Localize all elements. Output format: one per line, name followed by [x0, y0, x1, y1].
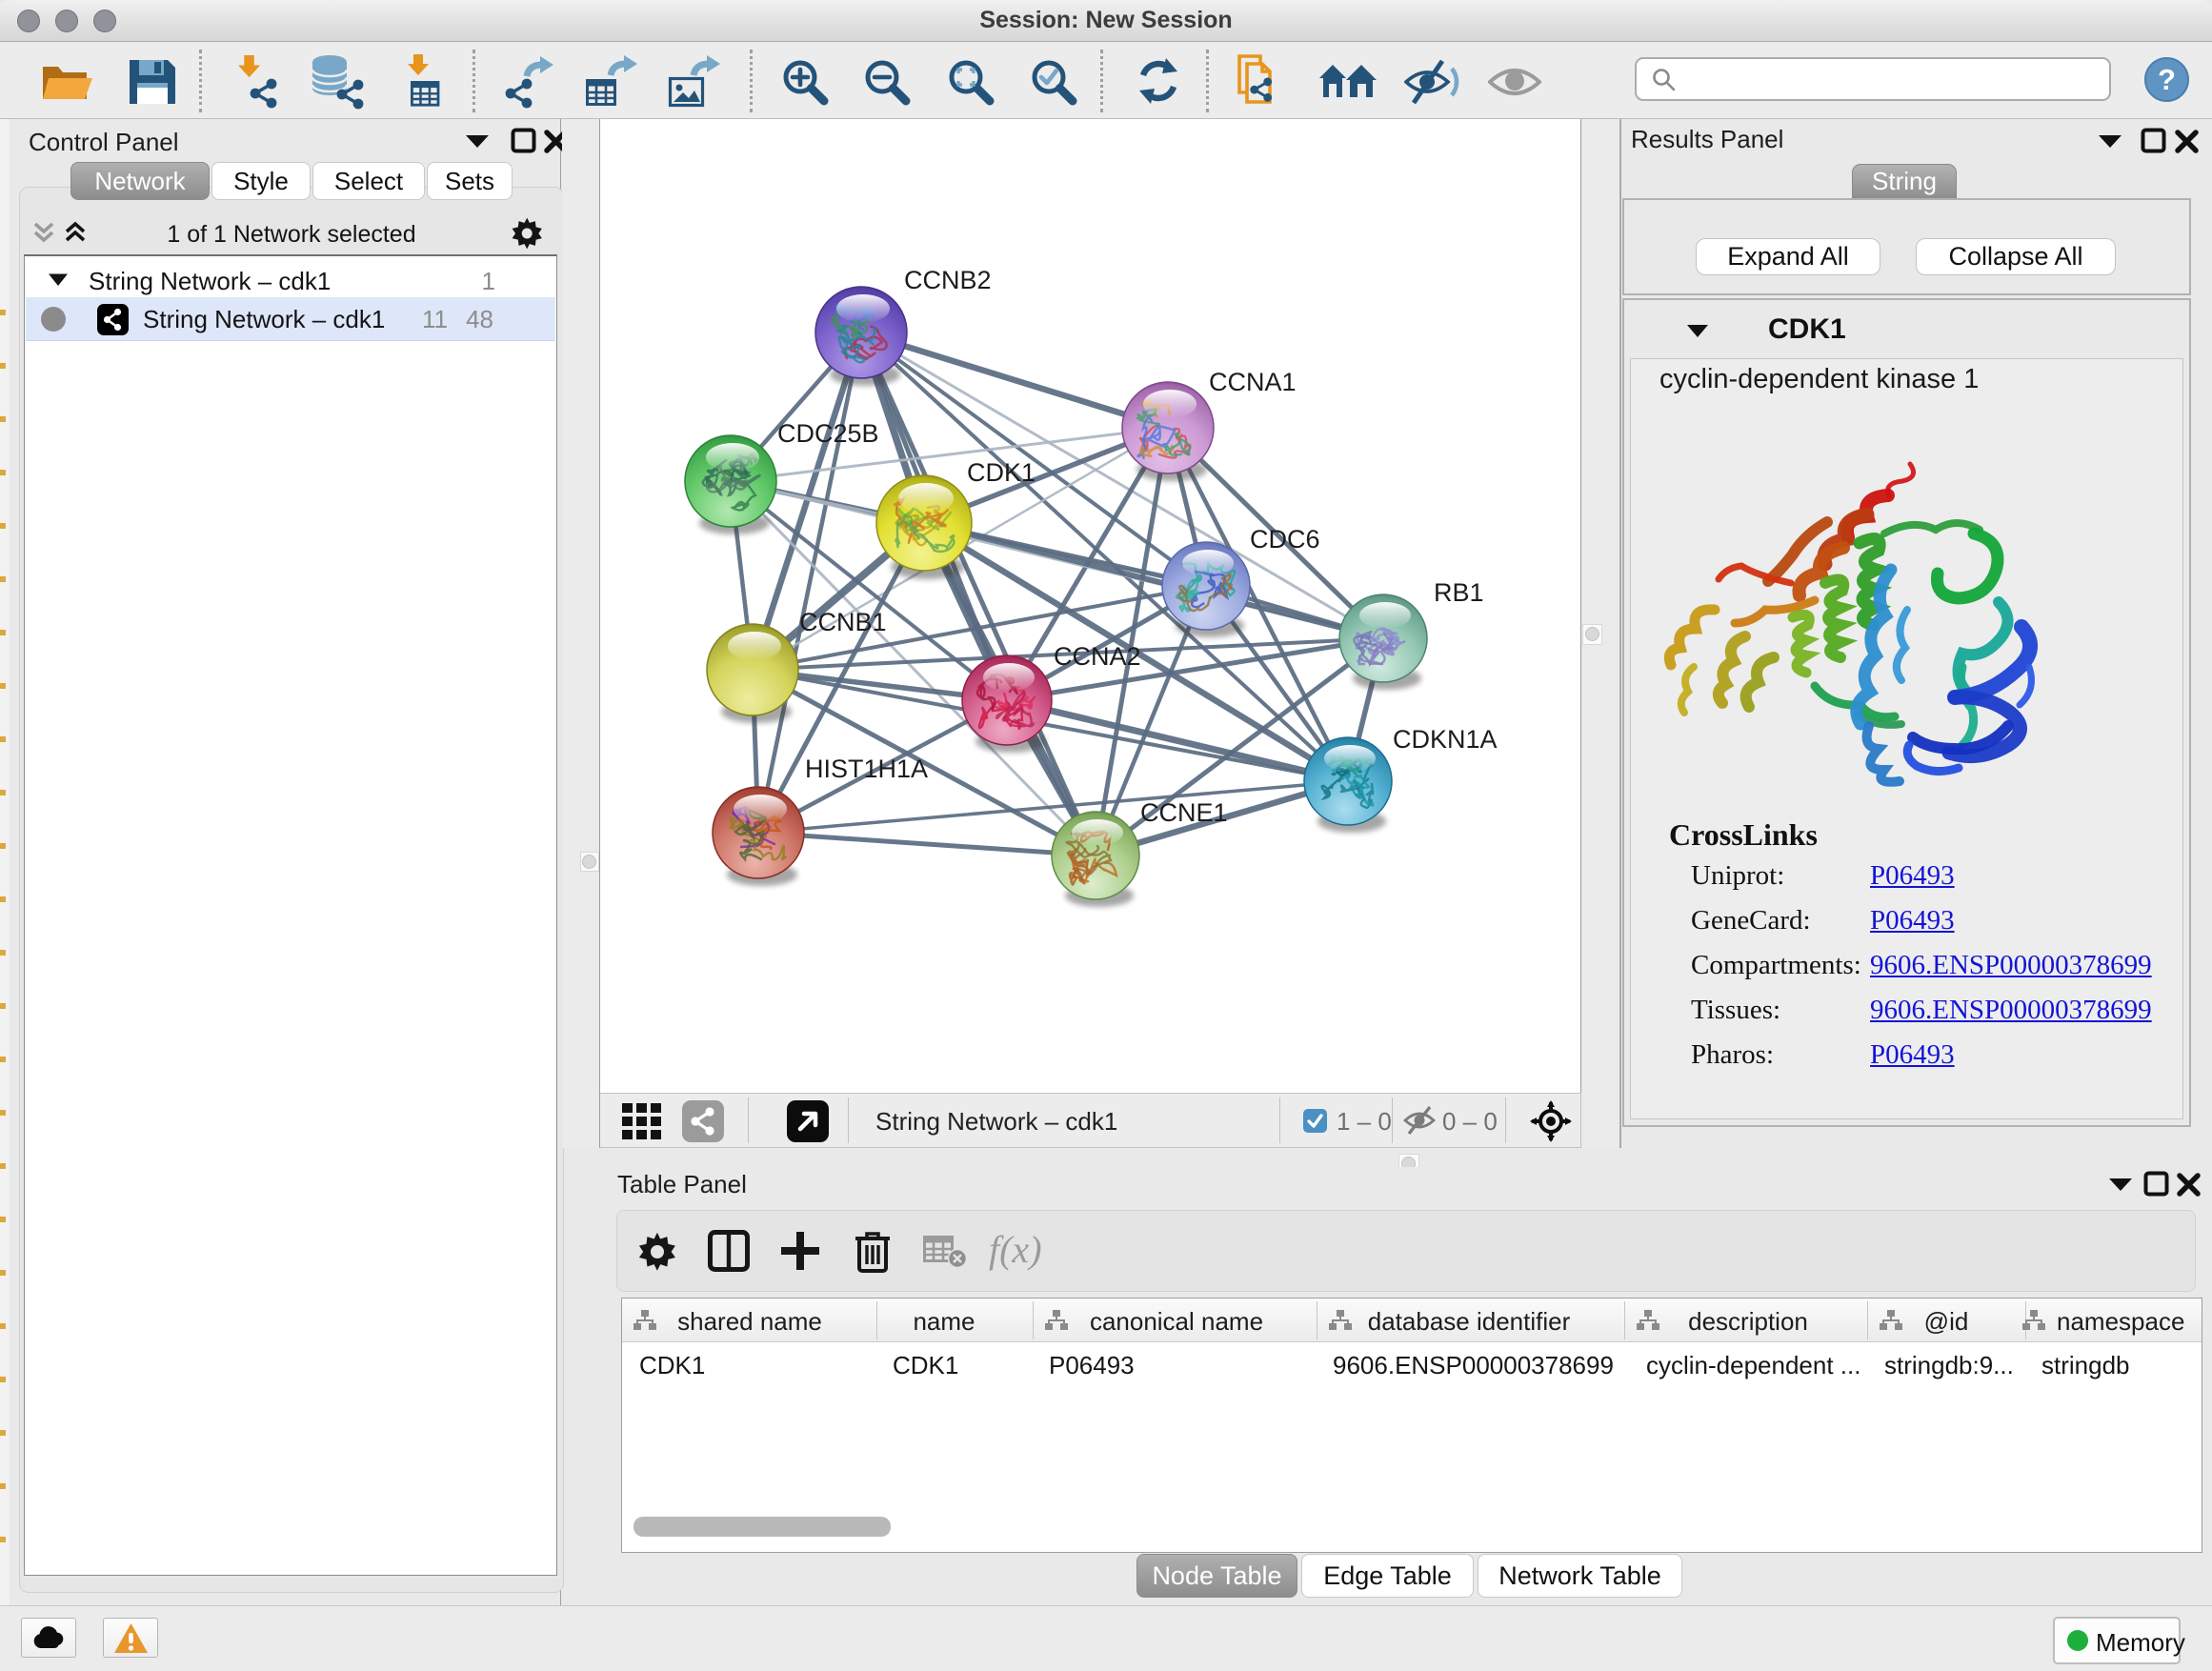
svg-text:CDC25B: CDC25B: [777, 419, 879, 448]
svg-text:HIST1H1A: HIST1H1A: [805, 755, 928, 783]
svg-text:CCNB1: CCNB1: [799, 608, 887, 636]
svg-text:CCNE1: CCNE1: [1140, 798, 1228, 827]
svg-text:CCNB2: CCNB2: [904, 266, 992, 294]
svg-text:CDC6: CDC6: [1250, 525, 1320, 554]
svg-text:CCNA2: CCNA2: [1054, 642, 1141, 671]
svg-text:CDKN1A: CDKN1A: [1393, 725, 1498, 754]
svg-text:RB1: RB1: [1434, 578, 1484, 607]
svg-text:CCNA1: CCNA1: [1209, 368, 1297, 396]
svg-text:CDK1: CDK1: [967, 458, 1036, 487]
